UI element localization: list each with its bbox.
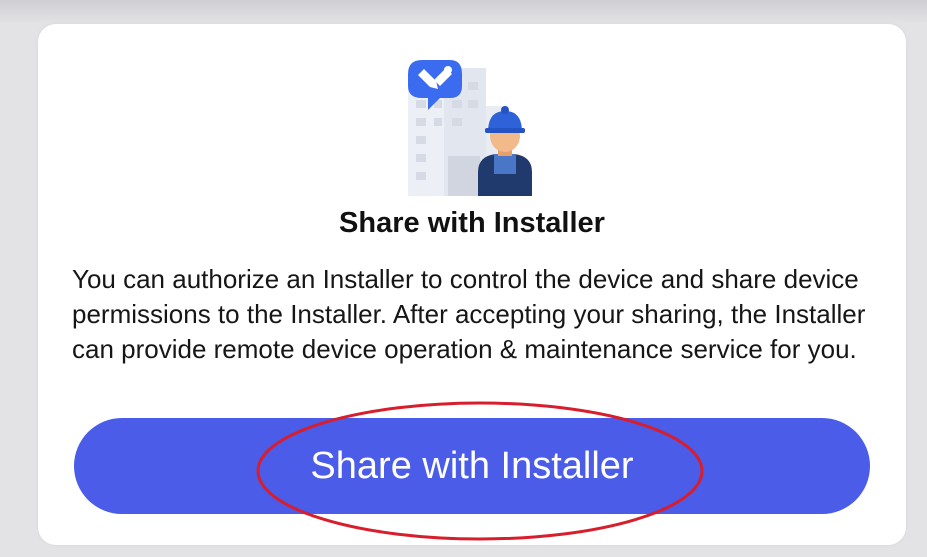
installer-worker-icon — [408, 60, 532, 196]
dialog-title: Share with Installer — [339, 207, 605, 239]
top-shade — [0, 0, 927, 24]
share-installer-card: Share with Installer You can authorize a… — [38, 24, 906, 545]
share-with-installer-button[interactable]: Share with Installer — [74, 418, 870, 514]
dialog-description: You can authorize an Installer to contro… — [72, 264, 866, 364]
